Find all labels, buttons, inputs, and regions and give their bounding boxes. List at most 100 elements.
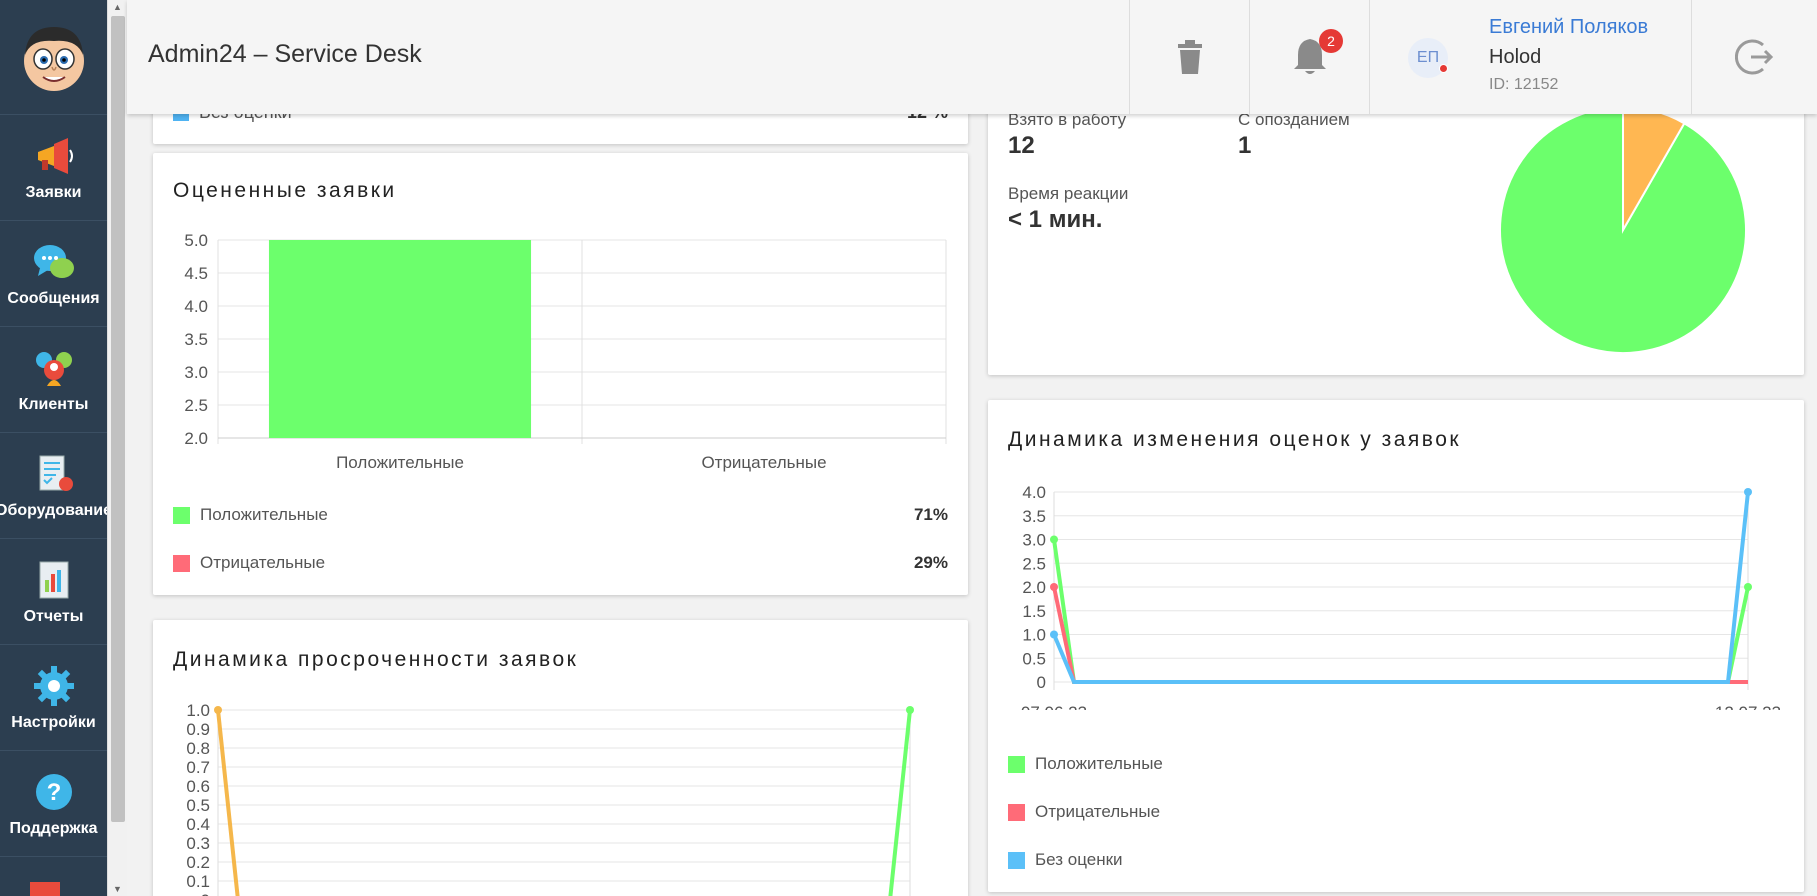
series-line bbox=[888, 709, 912, 896]
data-point bbox=[1050, 535, 1058, 544]
y-tick-label: 1.0 bbox=[1022, 626, 1046, 645]
y-tick-label: 0.8 bbox=[186, 739, 210, 758]
legend-item-positive[interactable]: Положительные bbox=[173, 505, 328, 525]
stats-pie-chart bbox=[1499, 105, 1747, 354]
rated-requests-card: Оцененные заявки 5.0 4.5 4.0 3.5 3.0 2.5 2.0 По… bbox=[153, 153, 968, 595]
rating-dynamics-card: Динамика изменения оценок у заявок 4.0 3.… bbox=[988, 400, 1804, 892]
y-tick-label: 3.0 bbox=[1022, 531, 1046, 550]
logo-face-icon bbox=[23, 27, 84, 91]
legend-label: Отрицательные bbox=[1035, 802, 1161, 821]
status-dot bbox=[1439, 64, 1448, 73]
legend-item-negative[interactable]: Отрицательные bbox=[1008, 802, 1160, 822]
scrollbar-thumb[interactable] bbox=[111, 16, 125, 822]
legend-value: 29% bbox=[913, 553, 948, 572]
svg-text:?: ? bbox=[46, 779, 61, 806]
sidebar-item-requests[interactable]: Заявки bbox=[0, 115, 107, 221]
legend-label: Положительные bbox=[1035, 754, 1163, 773]
sidebar-item-label: Оборудование bbox=[0, 501, 107, 519]
data-point bbox=[1744, 488, 1752, 496]
y-tick-label: 0.9 bbox=[186, 720, 210, 739]
reaction-value: < 1 мин. bbox=[1008, 206, 1103, 233]
legend-label: Положительные bbox=[200, 505, 328, 524]
gear-icon bbox=[33, 665, 74, 706]
card-title: Оцененные заявки bbox=[173, 179, 397, 202]
y-tick-label: 0 bbox=[1037, 673, 1046, 692]
y-tick-label: 2.5 bbox=[1022, 554, 1046, 573]
y-tick-label: 0.5 bbox=[1022, 649, 1046, 668]
report-icon bbox=[39, 561, 68, 598]
sidebar-next-icon[interactable] bbox=[30, 882, 60, 896]
y-tick-label: 2.0 bbox=[1022, 578, 1046, 597]
overdue-line-chart: 1.00.90.80.70.60.50.40.30.20.10 bbox=[186, 701, 914, 896]
data-point bbox=[1744, 583, 1752, 591]
legend-swatch bbox=[173, 506, 190, 524]
sidebar-item-settings[interactable]: Настройки bbox=[0, 645, 107, 751]
sidebar-item-label: Поддержка bbox=[9, 819, 98, 837]
y-tick-label: 3.0 bbox=[184, 363, 208, 382]
y-tick-label: 3.5 bbox=[184, 330, 208, 349]
sidebar-item-messages[interactable]: Сообщения bbox=[0, 221, 107, 327]
y-tick-label: 5.0 bbox=[184, 231, 208, 250]
sidebar-item-clients[interactable]: Клиенты bbox=[0, 327, 107, 433]
user-name-link[interactable]: Евгений Поляков bbox=[1489, 16, 1648, 39]
bar bbox=[268, 240, 532, 438]
y-tick-label: 4.0 bbox=[184, 297, 208, 316]
sidebar: Заявки Сообщения Клиенты Оборудование От… bbox=[0, 0, 107, 896]
page-scrollbar[interactable]: ▲ ▼ bbox=[107, 0, 127, 896]
y-tick-label: 1.5 bbox=[1022, 602, 1046, 621]
taken-value: 12 bbox=[1008, 132, 1035, 159]
reaction-label: Время реакции bbox=[1008, 184, 1129, 203]
chat-bubbles-icon bbox=[33, 244, 74, 278]
legend-swatch bbox=[1008, 851, 1025, 869]
sidebar-item-label: Настройки bbox=[11, 713, 96, 731]
y-tick-label: 4.5 bbox=[184, 264, 208, 283]
y-tick-label: 3.5 bbox=[1022, 507, 1046, 526]
y-tick-label: 2.0 bbox=[184, 429, 208, 448]
series-line bbox=[216, 709, 240, 896]
legend-item-no-rating[interactable]: Без оценки bbox=[1008, 850, 1123, 870]
legend-value: 71% bbox=[913, 505, 948, 524]
app-logo[interactable] bbox=[0, 0, 107, 115]
legend-item-negative[interactable]: Отрицательные bbox=[173, 553, 325, 573]
top-header: Admin24 – Service Desk 2 ЕП Евгений Поля… bbox=[127, 0, 1817, 114]
page-title: Admin24 – Service Desk bbox=[148, 40, 422, 68]
legend-label: Отрицательные bbox=[200, 553, 326, 572]
logout-icon bbox=[1734, 39, 1773, 75]
rating-dynamics-line-chart: 4.0 3.5 3.0 2.5 2.0 1.5 1.0 0.5 0 07.06.23 12.07.2… bbox=[1021, 483, 1781, 710]
clients-icon bbox=[35, 351, 72, 386]
card-title: Динамика просроченности заявок bbox=[173, 648, 579, 671]
y-tick-label: 0.3 bbox=[186, 834, 210, 853]
sidebar-item-label: Клиенты bbox=[18, 395, 89, 413]
logout-button[interactable] bbox=[1691, 0, 1817, 114]
card-title: Динамика изменения оценок у заявок bbox=[1008, 428, 1462, 451]
legend-swatch bbox=[1008, 803, 1025, 821]
scroll-down-arrow-icon[interactable]: ▼ bbox=[113, 884, 122, 894]
y-tick-label: 0.4 bbox=[186, 815, 210, 834]
data-point bbox=[1050, 630, 1058, 639]
trash-button[interactable] bbox=[1129, 0, 1249, 114]
x-tick-label: Отрицательные bbox=[701, 453, 826, 472]
legend-item-positive[interactable]: Положительные bbox=[1008, 754, 1163, 774]
y-tick-label: 2.5 bbox=[184, 396, 208, 415]
y-tick-label: 4.0 bbox=[1022, 483, 1046, 502]
sidebar-item-reports[interactable]: Отчеты bbox=[0, 539, 107, 645]
y-tick-label: 0.7 bbox=[186, 758, 210, 777]
y-tick-label: 0.2 bbox=[186, 853, 210, 872]
legend-swatch bbox=[1008, 755, 1025, 773]
y-tick-label: 0.5 bbox=[186, 796, 210, 815]
data-point bbox=[214, 706, 222, 714]
y-tick-label: 0.6 bbox=[186, 777, 210, 796]
sidebar-item-support[interactable]: ? Поддержка bbox=[0, 751, 107, 857]
y-tick-label: 0 bbox=[201, 891, 210, 896]
user-id: ID: 12152 bbox=[1489, 76, 1559, 93]
x-tick-label: 07.06.23 bbox=[1021, 703, 1087, 710]
legend-label: Без оценки bbox=[1035, 850, 1123, 869]
y-tick-label: 0.1 bbox=[186, 872, 210, 891]
notifications-button[interactable]: 2 bbox=[1249, 0, 1369, 114]
equipment-icon bbox=[39, 455, 73, 491]
user-company: Holod bbox=[1489, 46, 1542, 68]
user-profile[interactable]: ЕП Евгений Поляков Holod ID: 12152 bbox=[1369, 0, 1691, 114]
sidebar-item-equipment[interactable]: Оборудование bbox=[0, 433, 107, 539]
scroll-up-arrow-icon[interactable]: ▲ bbox=[113, 2, 122, 12]
rated-bar-chart: 5.0 4.5 4.0 3.5 3.0 2.5 2.0 Положительные Отрица… bbox=[184, 231, 947, 472]
